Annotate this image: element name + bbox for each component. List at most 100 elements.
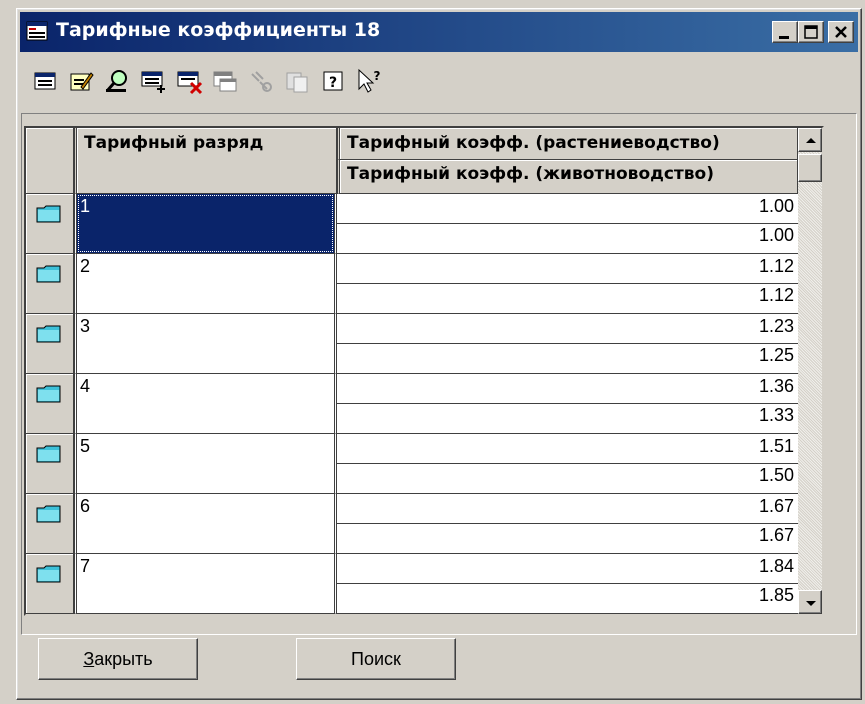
vertical-scrollbar[interactable]	[798, 128, 822, 614]
help-button[interactable]: ?	[319, 67, 347, 95]
row-indicator[interactable]	[26, 494, 74, 554]
row-indicator[interactable]	[26, 554, 74, 614]
subrow-divider	[337, 403, 798, 404]
coef-crop-value[interactable]: 1.84	[759, 556, 794, 577]
copy-record-button[interactable]	[211, 67, 239, 95]
context-help-button[interactable]: ?	[355, 67, 383, 95]
coef-livestock-value[interactable]: 1.33	[759, 405, 794, 426]
coef-crop-value[interactable]: 1.36	[759, 376, 794, 397]
scroll-up-button[interactable]	[798, 128, 822, 152]
cell-rank[interactable]: 6	[74, 494, 337, 554]
coef-crop-value[interactable]: 1.51	[759, 436, 794, 457]
row-indicator[interactable]	[26, 194, 74, 254]
scroll-down-button[interactable]	[798, 590, 822, 614]
cell-rank[interactable]: 3	[74, 314, 337, 374]
subrow-divider	[337, 523, 798, 524]
minimize-icon	[779, 36, 789, 39]
close-button[interactable]: Закрыть	[38, 638, 198, 680]
rank-value: 4	[80, 376, 91, 396]
edit-button[interactable]	[67, 67, 95, 95]
arrow-down-icon	[806, 601, 816, 606]
maximize-button[interactable]	[798, 21, 824, 43]
coef-crop-value[interactable]: 1.23	[759, 316, 794, 337]
rank-value: 3	[80, 316, 91, 336]
cell-rank[interactable]: 1	[74, 194, 337, 254]
svg-text:?: ?	[374, 69, 381, 83]
cell-rank[interactable]: 4	[74, 374, 337, 434]
folder-icon	[36, 505, 61, 523]
add-record-icon	[141, 71, 165, 93]
record-button[interactable]	[31, 67, 59, 95]
title-bar[interactable]: Тарифные коэффициенты 18	[20, 12, 858, 52]
svg-text:?: ?	[329, 75, 337, 91]
coef-livestock-value[interactable]: 1.25	[759, 345, 794, 366]
row-indicator[interactable]	[26, 434, 74, 494]
data-grid[interactable]: Тарифный разряд Тарифный коэфф. (растени…	[24, 126, 824, 616]
folder-icon	[36, 205, 61, 223]
edit-icon	[70, 72, 94, 91]
folder-icon	[36, 265, 61, 283]
scroll-thumb[interactable]	[798, 154, 822, 182]
table-row[interactable]: 4 1.36 1.33	[26, 374, 798, 434]
minimize-button[interactable]	[772, 21, 798, 43]
close-button-label: акрыть	[94, 649, 153, 669]
row-indicator[interactable]	[26, 374, 74, 434]
cell-rank[interactable]: 2	[74, 254, 337, 314]
add-record-button[interactable]	[139, 67, 167, 95]
arrow-up-icon	[806, 138, 816, 143]
toolbar: ? ?	[31, 61, 731, 101]
coef-livestock-value[interactable]: 1.00	[759, 225, 794, 246]
header-rank[interactable]: Тарифный разряд	[74, 128, 337, 194]
link-button[interactable]	[247, 67, 275, 95]
context-help-icon: ?	[358, 68, 381, 93]
coef-crop-value[interactable]: 1.67	[759, 496, 794, 517]
close-window-button[interactable]	[828, 21, 854, 43]
subrow-divider	[337, 283, 798, 284]
coef-livestock-value[interactable]: 1.50	[759, 465, 794, 486]
subrow-divider	[337, 463, 798, 464]
table-row[interactable]: 1 1.00 1.00	[26, 194, 798, 254]
search-button[interactable]: Поиск	[296, 638, 456, 680]
folder-icon	[36, 445, 61, 463]
folder-icon	[36, 325, 61, 343]
window-title: Тарифные коэффициенты 18	[56, 19, 381, 41]
row-divider	[337, 613, 798, 614]
close-icon	[835, 26, 847, 38]
header-coef-livestock[interactable]: Тарифный коэфф. (животноводство)	[337, 160, 798, 194]
rank-value: 6	[80, 496, 91, 516]
table-row[interactable]: 6 1.67 1.67	[26, 494, 798, 554]
copy-record-icon	[213, 71, 237, 92]
folder-icon	[36, 565, 61, 583]
app-icon	[26, 21, 48, 41]
header-rank-label: Тарифный разряд	[84, 133, 264, 153]
rank-value: 7	[80, 556, 91, 576]
maximize-icon	[804, 25, 818, 39]
table-row[interactable]: 3 1.23 1.25	[26, 314, 798, 374]
subrow-divider	[337, 223, 798, 224]
find-button[interactable]	[103, 67, 131, 95]
search-button-label: Поиск	[351, 649, 401, 669]
cell-rank[interactable]: 7	[74, 554, 337, 614]
rank-value: 5	[80, 436, 91, 456]
disabled-link-icon	[251, 71, 272, 92]
close-button-hotkey: З	[83, 649, 95, 669]
coef-crop-value[interactable]: 1.00	[759, 196, 794, 217]
table-row[interactable]: 2 1.12 1.12	[26, 254, 798, 314]
delete-record-button[interactable]	[175, 67, 203, 95]
table-row[interactable]: 5 1.51 1.50	[26, 434, 798, 494]
row-indicator[interactable]	[26, 314, 74, 374]
delete-record-icon	[177, 71, 203, 95]
paste-button[interactable]	[283, 67, 311, 95]
coef-livestock-value[interactable]: 1.67	[759, 525, 794, 546]
coef-livestock-value[interactable]: 1.12	[759, 285, 794, 306]
find-icon	[105, 70, 127, 92]
coef-crop-value[interactable]: 1.12	[759, 256, 794, 277]
table-row[interactable]: 7 1.84 1.85	[26, 554, 798, 614]
selection-highlight	[77, 194, 334, 253]
cell-rank[interactable]: 5	[74, 434, 337, 494]
help-icon: ?	[323, 71, 343, 91]
row-indicator[interactable]	[26, 254, 74, 314]
header-coef-crop[interactable]: Тарифный коэфф. (растениеводство)	[337, 128, 798, 160]
coef-livestock-value[interactable]: 1.85	[759, 585, 794, 606]
grid-corner-header	[26, 128, 74, 194]
